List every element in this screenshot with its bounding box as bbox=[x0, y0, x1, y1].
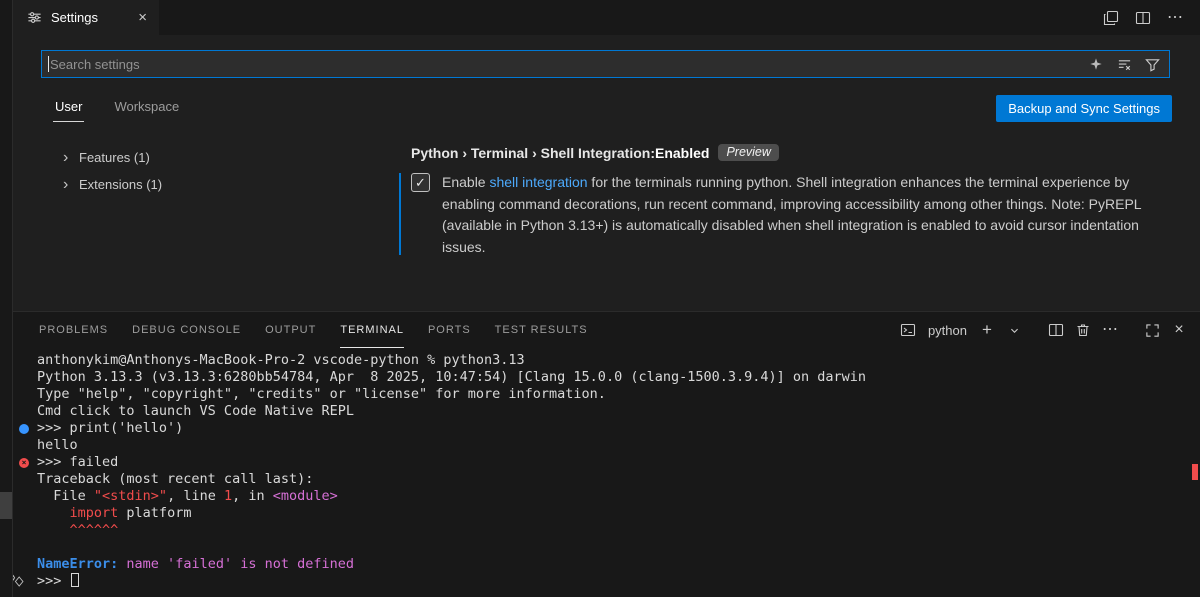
tab-test-results[interactable]: TEST RESULTS bbox=[495, 312, 588, 348]
setting-item-shell-integration: Python › Terminal › Shell Integration: E… bbox=[399, 144, 1170, 258]
open-settings-json-icon[interactable] bbox=[1102, 9, 1120, 27]
tab-close-icon[interactable]: × bbox=[138, 10, 147, 25]
settings-search-box bbox=[41, 50, 1170, 78]
terminal-line: >>> bbox=[13, 573, 1200, 590]
bottom-panel: PROBLEMS DEBUG CONSOLE OUTPUT TERMINAL P… bbox=[13, 311, 1200, 597]
ai-search-sparkle-icon[interactable] bbox=[1087, 55, 1105, 73]
tab-problems[interactable]: PROBLEMS bbox=[39, 312, 108, 348]
command-success-decoration-icon[interactable] bbox=[19, 424, 29, 434]
editor-actions: ⋯ bbox=[1102, 0, 1200, 35]
checkmark-icon: ✓ bbox=[415, 175, 426, 191]
setting-body-row: ✓ Enable shell integration for the termi… bbox=[411, 172, 1170, 258]
tab-ports[interactable]: PORTS bbox=[428, 312, 471, 348]
more-actions-icon[interactable]: ⋯ bbox=[1166, 9, 1184, 27]
terminal-icon bbox=[899, 321, 917, 339]
split-editor-icon[interactable] bbox=[1134, 9, 1152, 27]
terminal-line: Cmd click to launch VS Code Native REPL bbox=[13, 403, 1200, 420]
panel-actions: python + bbox=[899, 321, 1188, 339]
terminal-line: ​ bbox=[13, 539, 1200, 556]
terminal-content[interactable]: anthonykim@Anthonys-MacBook-Pro-2 vscode… bbox=[13, 348, 1200, 597]
terminal-line: anthonykim@Anthonys-MacBook-Pro-2 vscode… bbox=[13, 352, 1200, 369]
close-panel-icon[interactable]: × bbox=[1170, 321, 1188, 339]
toc-item-label: Extensions (1) bbox=[79, 177, 162, 192]
shell-integration-link[interactable]: shell integration bbox=[489, 174, 587, 190]
panel-tabs: PROBLEMS DEBUG CONSOLE OUTPUT TERMINAL P… bbox=[39, 312, 588, 348]
shell-integration-prompt-icon bbox=[13, 574, 25, 589]
desc-text: Enable bbox=[442, 174, 489, 190]
terminal-line: hello bbox=[13, 437, 1200, 454]
toc-item-label: Features (1) bbox=[79, 150, 150, 165]
filter-funnel-icon[interactable] bbox=[1143, 55, 1161, 73]
scope-tab-workspace[interactable]: Workspace bbox=[112, 95, 181, 121]
editor-tab-bar: Settings × ⋯ bbox=[13, 0, 1200, 35]
active-terminal-label[interactable]: python bbox=[928, 323, 967, 338]
toc-item-features[interactable]: › Features (1) bbox=[63, 144, 365, 171]
tab-settings[interactable]: Settings × bbox=[13, 0, 159, 35]
clear-search-filters-icon[interactable] bbox=[1115, 55, 1133, 73]
search-box-icons bbox=[1087, 55, 1169, 73]
setting-title: Python › Terminal › Shell Integration: E… bbox=[411, 144, 1170, 161]
terminal-line: import platform bbox=[13, 505, 1200, 522]
settings-editor: User Workspace Backup and Sync Settings … bbox=[13, 35, 1200, 311]
panel-more-actions-icon[interactable]: ⋯ bbox=[1101, 321, 1119, 339]
backup-sync-settings-button[interactable]: Backup and Sync Settings bbox=[996, 95, 1172, 122]
new-terminal-button[interactable]: + bbox=[978, 321, 996, 339]
terminal-dropdown-chevron-icon[interactable] bbox=[1005, 321, 1023, 339]
tab-terminal[interactable]: TERMINAL bbox=[340, 312, 404, 348]
command-error-decoration-icon[interactable]: × bbox=[19, 458, 29, 468]
scope-tab-user[interactable]: User bbox=[53, 95, 84, 122]
preview-badge: Preview bbox=[718, 144, 778, 161]
terminal-line: Type "help", "copyright", "credits" or "… bbox=[13, 386, 1200, 403]
settings-toc: › Features (1) › Extensions (1) bbox=[13, 144, 365, 258]
setting-description: Enable shell integration for the termina… bbox=[442, 172, 1152, 258]
terminal-line: NameError: name 'failed' is not defined bbox=[13, 556, 1200, 573]
settings-scope-row: User Workspace Backup and Sync Settings bbox=[53, 92, 1172, 124]
setting-modified-indicator bbox=[399, 173, 401, 255]
activity-strip bbox=[0, 0, 13, 597]
tab-debug-console[interactable]: DEBUG CONSOLE bbox=[132, 312, 241, 348]
terminal-line: ^^^^^^ bbox=[13, 522, 1200, 539]
setting-title-prefix: Python › Terminal › Shell Integration: bbox=[411, 145, 655, 161]
search-input[interactable] bbox=[42, 57, 1087, 72]
chevron-right-icon: › bbox=[63, 178, 79, 192]
shell-integration-checkbox[interactable]: ✓ bbox=[411, 173, 430, 192]
setting-detail: Python › Terminal › Shell Integration: E… bbox=[365, 144, 1200, 258]
vscode-window: Settings × ⋯ bbox=[0, 0, 1200, 597]
terminal-line: Python 3.13.3 (v3.13.3:6280bb54784, Apr … bbox=[13, 369, 1200, 386]
settings-sliders-icon bbox=[25, 9, 43, 27]
settings-search-row bbox=[41, 50, 1170, 78]
split-terminal-icon[interactable] bbox=[1047, 321, 1065, 339]
terminal-line: ×>>> failed bbox=[13, 454, 1200, 471]
setting-title-name: Enabled bbox=[655, 145, 709, 161]
tab-title: Settings bbox=[51, 10, 98, 25]
settings-body: › Features (1) › Extensions (1) Python ›… bbox=[13, 144, 1200, 258]
activity-strip-indicator bbox=[0, 492, 12, 519]
terminal-line: File "<stdin>", line 1, in <module> bbox=[13, 488, 1200, 505]
main-column: Settings × ⋯ bbox=[13, 0, 1200, 597]
kill-terminal-trash-icon[interactable] bbox=[1074, 321, 1092, 339]
maximize-panel-icon[interactable] bbox=[1143, 321, 1161, 339]
text-caret bbox=[48, 56, 49, 72]
terminal-cursor bbox=[71, 573, 79, 587]
panel-header: PROBLEMS DEBUG CONSOLE OUTPUT TERMINAL P… bbox=[13, 312, 1200, 348]
tab-output[interactable]: OUTPUT bbox=[265, 312, 316, 348]
terminal-line: Traceback (most recent call last): bbox=[13, 471, 1200, 488]
terminal-line: >>> print('hello') bbox=[13, 420, 1200, 437]
toc-item-extensions[interactable]: › Extensions (1) bbox=[63, 171, 365, 198]
chevron-right-icon: › bbox=[63, 151, 79, 165]
